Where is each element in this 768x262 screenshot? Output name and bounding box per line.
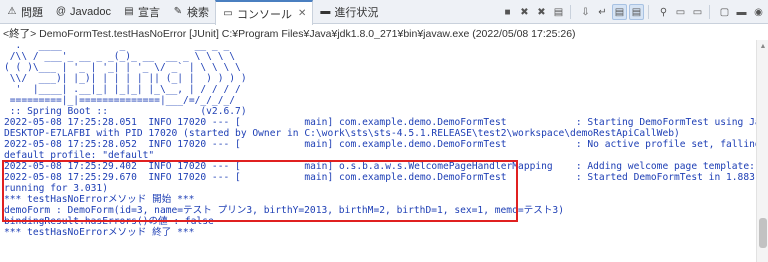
process-label: <終了> DemoFormTest.testHasNoError [JUnit]… bbox=[3, 28, 576, 39]
toolbar-separator bbox=[570, 5, 574, 19]
scroll-thumb[interactable] bbox=[759, 218, 767, 248]
search-icon: ✎ bbox=[173, 6, 183, 17]
word-wrap-icon[interactable]: ↵ bbox=[595, 4, 610, 20]
tab-problems[interactable]: ⚠ 問題 bbox=[0, 0, 49, 24]
terminate-icon[interactable]: ■ bbox=[500, 4, 515, 20]
remove-launch-icon[interactable]: ✖ bbox=[517, 4, 532, 20]
tab-console[interactable]: ▭ コンソール ✕ bbox=[214, 0, 314, 25]
tab-label: 宣言 bbox=[137, 7, 160, 19]
spring-banner: . ____ _ __ _ _ /\\ / ___'_ __ _ _(_)_ _… bbox=[4, 40, 247, 117]
clear-console-icon[interactable]: ▤ bbox=[551, 4, 566, 20]
tab-progress[interactable]: ▬ 進行状況 bbox=[313, 0, 384, 24]
highlight-box bbox=[2, 160, 518, 222]
tab-label: Javadoc bbox=[70, 6, 111, 18]
tab-search[interactable]: ✎ 検索 bbox=[166, 0, 215, 24]
user-icon[interactable]: ◉ bbox=[751, 4, 766, 20]
close-icon[interactable]: ✕ bbox=[298, 8, 306, 19]
console-toolbar: ■ ✖ ✖ ▤ ⇩ ↵ ▤ ▤ ⚲ ▭ ▭ ▢ ▬ ◉ bbox=[500, 3, 766, 21]
show-stderr-icon[interactable]: ▤ bbox=[629, 4, 644, 20]
console-icon: ▭ bbox=[223, 7, 233, 19]
maximize-icon[interactable]: ▢ bbox=[717, 4, 732, 20]
tab-label: コンソール bbox=[236, 8, 292, 21]
javadoc-icon: @ bbox=[55, 6, 67, 17]
pin-console-icon[interactable]: ⚲ bbox=[656, 4, 671, 20]
scroll-lock-icon[interactable]: ⇩ bbox=[578, 4, 593, 20]
problems-icon: ⚠ bbox=[7, 6, 17, 17]
tab-javadoc[interactable]: @ Javadoc bbox=[49, 0, 117, 24]
toolbar-separator bbox=[709, 5, 713, 19]
display-console-icon[interactable]: ▭ bbox=[673, 4, 688, 20]
tab-declaration[interactable]: ▤ 宣言 bbox=[117, 0, 166, 24]
minimize-icon[interactable]: ▬ bbox=[734, 4, 749, 20]
tab-label: 検索 bbox=[186, 7, 209, 19]
scroll-up-icon[interactable]: ▲ bbox=[757, 40, 768, 52]
declaration-icon: ▤ bbox=[124, 6, 134, 17]
tab-label: 進行状況 bbox=[334, 7, 379, 19]
toolbar-separator bbox=[648, 5, 652, 19]
open-console-icon[interactable]: ▭ bbox=[690, 4, 705, 20]
vertical-scrollbar[interactable]: ▲ bbox=[756, 40, 768, 262]
progress-icon: ▬ bbox=[320, 6, 331, 17]
show-stdout-icon[interactable]: ▤ bbox=[612, 4, 627, 20]
remove-all-icon[interactable]: ✖ bbox=[534, 4, 549, 20]
console-output[interactable]: . ____ _ __ _ _ /\\ / ___'_ __ _ _(_)_ _… bbox=[0, 40, 756, 262]
tab-label: 問題 bbox=[21, 7, 43, 19]
